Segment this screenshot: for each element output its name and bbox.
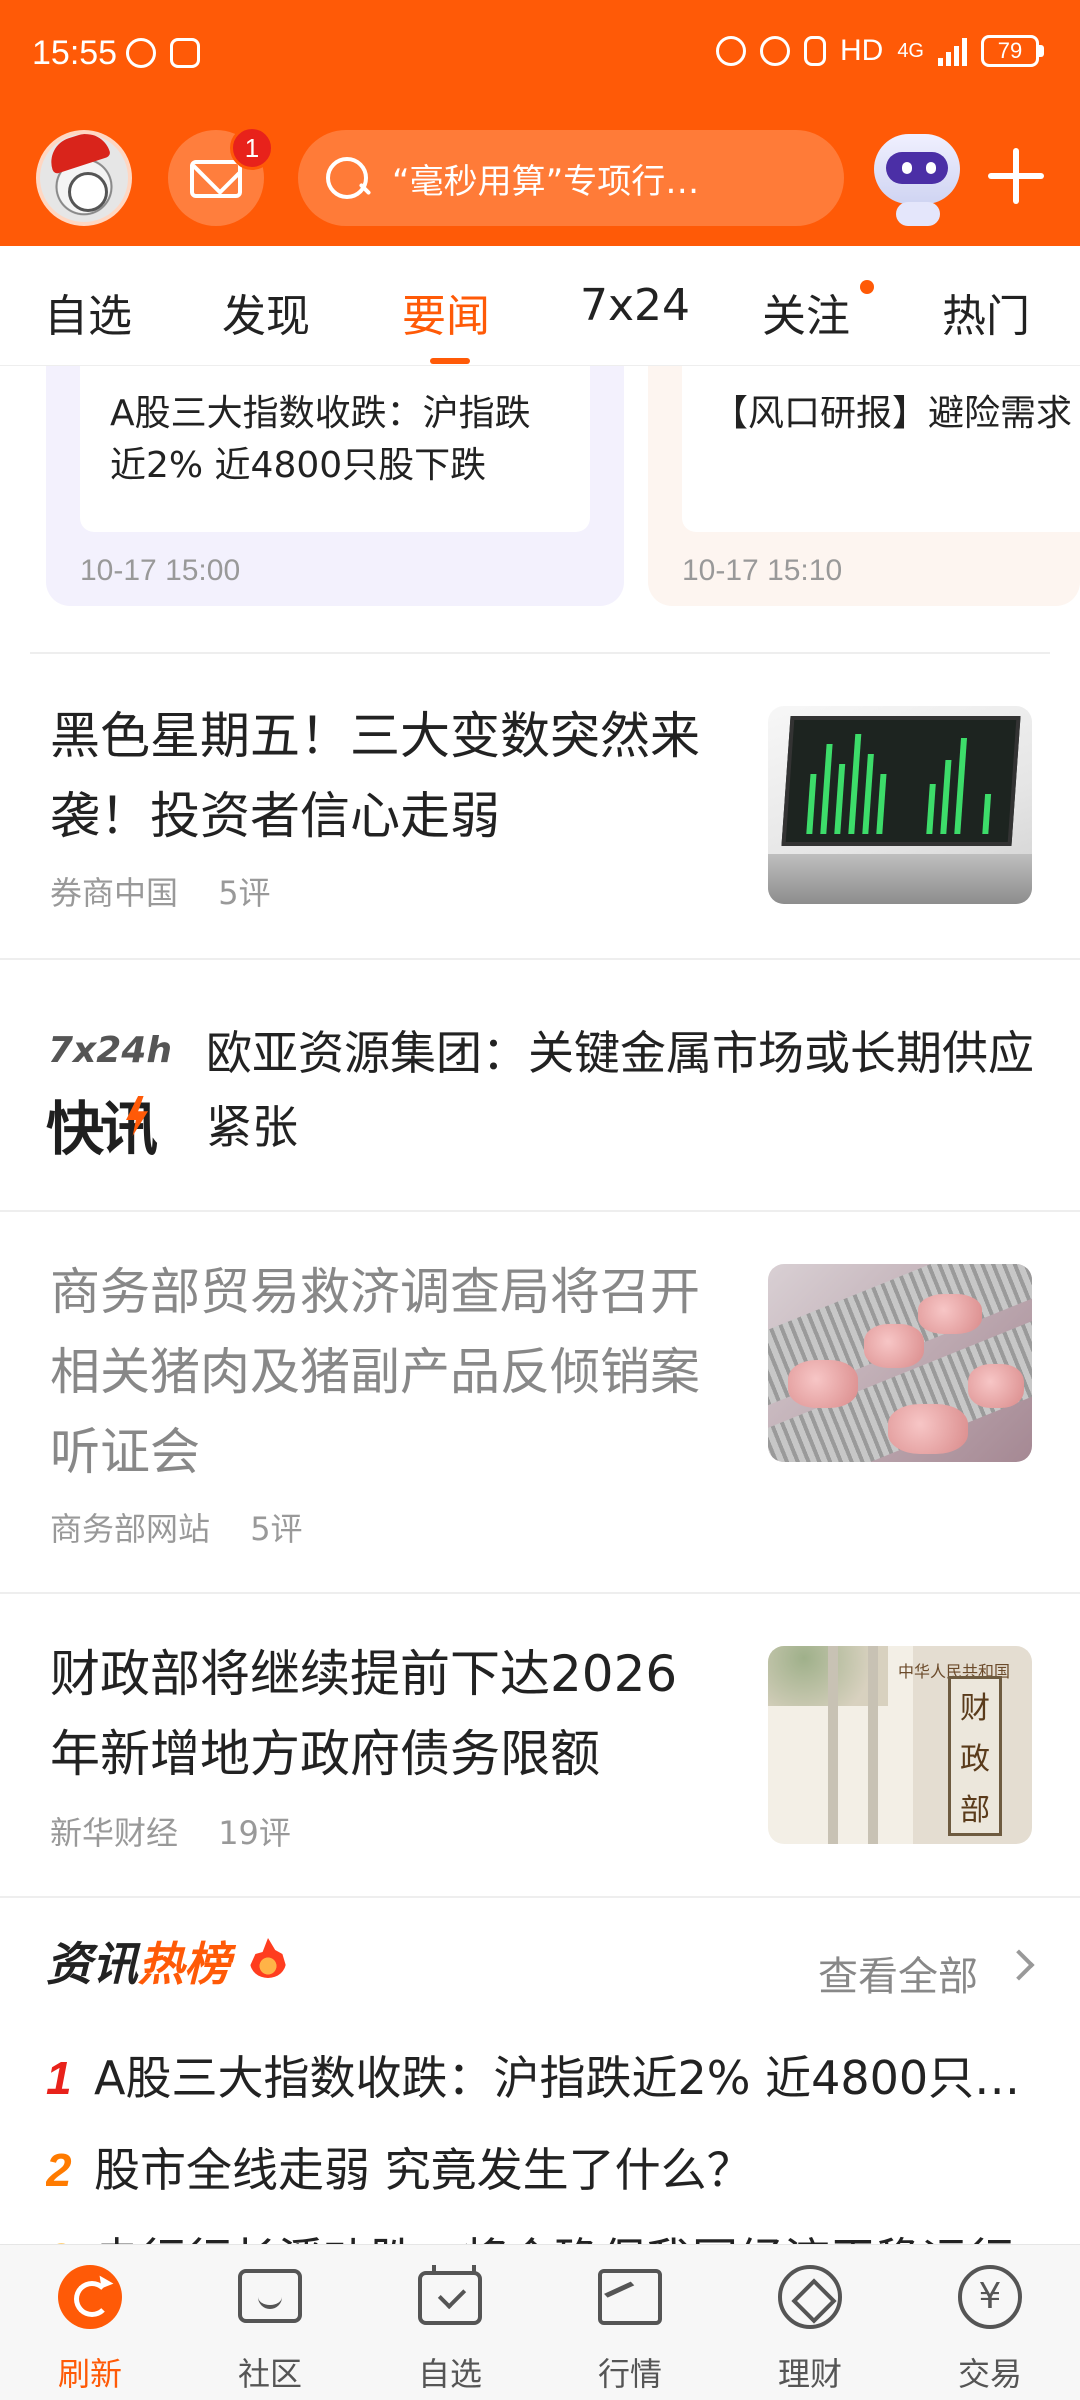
finance-icon <box>778 2265 842 2329</box>
nav-market[interactable]: 行情 <box>540 2245 720 2400</box>
fire-icon <box>250 1938 286 1978</box>
hot-list-title: 资讯热榜 <box>46 1928 230 1994</box>
feature-card[interactable]: 【风口研报】避险需求 激红利板块 煤炭行 10-17 15:10 <box>648 366 1080 606</box>
nav-finance[interactable]: 理财 <box>720 2245 900 2400</box>
feature-card-time: 10-17 15:10 <box>682 554 843 587</box>
following-new-dot <box>860 280 874 294</box>
divider <box>0 958 1080 960</box>
feature-card-time: 10-17 15:00 <box>80 554 241 587</box>
assistant-robot-icon[interactable] <box>866 124 970 228</box>
divider <box>30 652 1050 654</box>
search-bar[interactable]: “毫秒用算”专项行… <box>298 130 844 226</box>
nav-label: 刷新 <box>57 2355 122 2393</box>
divider <box>0 1210 1080 1212</box>
channel-tabs: 自选 发现 要闻 7x24 关注 热门 <box>0 246 1080 366</box>
network-type: 4G <box>897 39 924 62</box>
avatar-face <box>68 172 108 212</box>
news-meta: 券商中国 5评 <box>50 868 301 914</box>
news-comments: 19评 <box>218 1814 291 1852</box>
refresh-icon <box>58 2265 122 2329</box>
santa-hat-icon <box>44 134 112 175</box>
search-icon <box>322 153 372 203</box>
hot-item-text: 股市全线走弱 究竟发生了什么？ <box>94 2143 753 2197</box>
tab-7x24[interactable]: 7x24 <box>580 280 690 331</box>
status-time: 15:55 <box>32 34 118 72</box>
network-label: HD <box>839 34 884 67</box>
news-meta: 商务部网站 5评 <box>50 1504 333 1550</box>
nav-label: 自选 <box>417 2355 482 2393</box>
hot-title-part1: 资讯 <box>46 1937 138 1991</box>
chevron-right-icon[interactable] <box>1003 1949 1035 1981</box>
news-source: 商务部网站 <box>50 1510 211 1548</box>
nav-refresh[interactable]: 刷新 <box>0 2245 180 2400</box>
news-meta: 新华财经 19评 <box>50 1808 321 1854</box>
divider <box>0 1896 1080 1898</box>
vibrate-icon <box>803 36 826 66</box>
tab-watchlist[interactable]: 自选 <box>44 280 132 344</box>
status-bar: 15:55 HD 4G 79 <box>0 0 1080 110</box>
news-thumbnail[interactable]: 中华人民共和国 财 政 部 <box>768 1646 1032 1844</box>
nav-community[interactable]: 社区 <box>180 2245 360 2400</box>
battery-level: 79 <box>981 35 1039 67</box>
messages-button[interactable]: 1 <box>168 126 274 226</box>
hot-item-text: A股三大指数收跌：沪指跌近2% 近4800只… <box>94 2051 1021 2105</box>
active-tab-indicator <box>430 358 470 364</box>
news-source: 新华财经 <box>50 1814 179 1852</box>
search-placeholder: “毫秒用算”专项行… <box>392 161 700 202</box>
news-title[interactable]: 财政部将继续提前下达2026年新增地方政府债务限额 <box>50 1634 720 1794</box>
battery-icon: 79 <box>981 35 1044 67</box>
alarm-icon <box>759 36 790 66</box>
nav-label: 行情 <box>597 2355 662 2393</box>
sign-char: 部 <box>960 1793 990 1829</box>
tab-following[interactable]: 关注 <box>762 280 850 344</box>
news-source: 券商中国 <box>50 874 179 912</box>
watchlist-icon <box>418 2265 482 2325</box>
news-comments: 5评 <box>218 874 271 912</box>
hot-title-part2: 热榜 <box>138 1937 230 1991</box>
nav-trade[interactable]: ¥ 交易 <box>900 2245 1080 2400</box>
sign-char: 政 <box>960 1741 990 1777</box>
bottom-navigation: 刷新 社区 自选 行情 理财 ¥ 交易 <box>0 2244 1080 2400</box>
nav-label: 社区 <box>237 2355 302 2393</box>
nav-watchlist[interactable]: 自选 <box>360 2245 540 2400</box>
notification-icons <box>126 38 200 68</box>
hot-rank: 1 <box>46 2052 72 2104</box>
feature-card[interactable]: A股三大指数收跌：沪指跌近2% 近4800只股下跌 10-17 15:00 <box>46 366 624 606</box>
gallery-notification-icon <box>170 38 200 68</box>
chat-notification-icon <box>126 38 156 68</box>
news-comments: 5评 <box>250 1510 303 1548</box>
hot-list-item[interactable]: 2 股市全线走弱 究竟发生了什么？ <box>46 2134 1046 2200</box>
news-title[interactable]: 黑色星期五！三大变数突然来袭！投资者信心走弱 <box>50 696 720 856</box>
feature-card-text: 【风口研报】避险需求 激红利板块 煤炭行 <box>682 366 1080 532</box>
add-icon[interactable] <box>988 148 1044 204</box>
news-thumbnail[interactable] <box>768 706 1032 904</box>
tab-headlines[interactable]: 要闻 <box>402 280 490 344</box>
nav-label: 理财 <box>777 2355 842 2393</box>
ministry-sign: 财 政 部 <box>948 1676 1002 1836</box>
signal-icon <box>938 36 967 66</box>
tab-discover[interactable]: 发现 <box>222 280 310 344</box>
flash-news-logo: 7x24h 快讯 <box>46 1030 176 1163</box>
view-all-link[interactable]: 查看全部 <box>818 1944 978 2002</box>
user-avatar[interactable] <box>36 130 132 226</box>
flash-news-text[interactable]: 欧亚资源集团：关键金属市场或长期供应紧张 <box>206 1016 1036 1164</box>
mail-icon <box>190 160 242 198</box>
divider <box>0 1592 1080 1594</box>
trade-icon: ¥ <box>958 2265 1022 2329</box>
hotspot-icon <box>715 36 746 66</box>
feature-card-text: A股三大指数收跌：沪指跌近2% 近4800只股下跌 <box>80 366 590 532</box>
news-thumbnail[interactable] <box>768 1264 1032 1462</box>
news-title[interactable]: 商务部贸易救济调查局将召开相关猪肉及猪副产品反倾销案听证会 <box>50 1252 720 1492</box>
community-icon <box>238 2269 302 2323</box>
system-status: HD 4G 79 <box>715 34 1044 68</box>
message-count-badge: 1 <box>230 126 274 170</box>
nav-label: 交易 <box>957 2355 1022 2393</box>
sign-char: 财 <box>960 1690 990 1726</box>
hot-list-item[interactable]: 1 A股三大指数收跌：沪指跌近2% 近4800只… <box>46 2042 1046 2108</box>
hot-rank: 2 <box>46 2144 72 2196</box>
app-header: 15:55 HD 4G 79 1 “毫秒用算”专项行… <box>0 0 1080 246</box>
flash-logo-top: 7x24h <box>48 1030 172 1071</box>
market-icon <box>598 2269 662 2325</box>
tab-hot[interactable]: 热门 <box>942 280 1030 344</box>
